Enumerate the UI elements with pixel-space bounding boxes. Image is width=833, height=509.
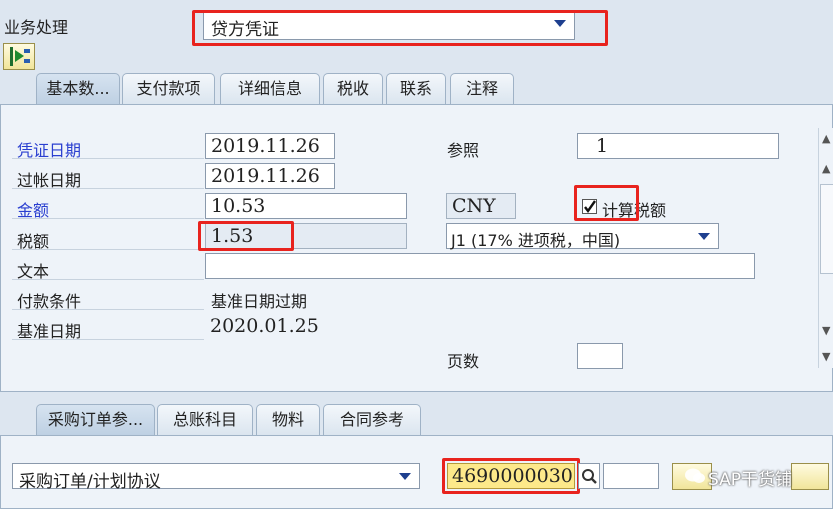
tax-code-value: J1 (17% 进项税，中国) [451,231,621,250]
top-tabstrip: 基本数... 支付款项 详细信息 税收 联系 注释 [0,73,833,105]
tab-gl-account[interactable]: 总账科目 [157,404,253,435]
reference-label: 参照 [447,141,480,160]
tab-basic-data[interactable]: 基本数... [36,73,120,104]
tab-material[interactable]: 物料 [256,404,320,435]
tab-contact[interactable]: 联系 [386,73,446,104]
baseline-date-value: 2020.01.25 [210,315,319,337]
amount-field[interactable]: 10.53 [205,193,407,219]
wechat-icon [684,466,706,486]
tree-toggle-icon [10,47,30,66]
highlight-box [574,185,639,221]
ref-type-value: 采购订单/计划协议 [19,472,161,492]
tab-po-reference[interactable]: 采购订单参... [36,404,155,435]
label-divider [12,158,204,159]
doc-date-field[interactable]: 2019.11.26 [205,133,335,159]
payment-terms-value: 基准日期过期 [211,292,308,311]
highlight-box [192,10,608,46]
label-divider [12,188,204,189]
vertical-scrollbar[interactable]: ▲ ▲ ▼ ▼ [818,128,833,368]
bottom-tabstrip: 采购订单参... 总账科目 物料 合同参考 [0,404,833,436]
reference-field[interactable]: 1 [577,133,779,159]
scroll-up-icon[interactable]: ▲ [822,132,830,145]
transaction-label: 业务处理 [4,18,69,37]
currency-field[interactable]: CNY [446,193,516,219]
label-divider [12,218,204,219]
chevron-down-icon[interactable] [399,473,411,480]
tab-details[interactable]: 详细信息 [220,73,320,104]
scroll-page-up-icon[interactable]: ▲ [822,162,830,175]
search-help-button[interactable] [578,463,600,489]
highlight-box [442,458,580,494]
tax-code-dropdown[interactable]: J1 (17% 进项税，中国) [446,223,719,250]
tab-payment[interactable]: 支付款项 [122,73,215,104]
highlight-box [198,221,294,251]
tab-tax[interactable]: 税收 [323,73,383,104]
page-count-label: 页数 [447,352,480,371]
text-field[interactable] [205,253,755,279]
label-divider [12,279,204,280]
tab-notes[interactable]: 注释 [450,73,514,104]
label-divider [12,309,204,310]
label-divider [12,249,204,250]
page-count-field[interactable] [577,343,623,369]
chevron-down-icon[interactable] [698,233,710,240]
po-item-field[interactable] [603,463,659,489]
collapse-button[interactable] [791,463,829,490]
scroll-down-icon[interactable]: ▼ [822,350,830,363]
ref-type-dropdown[interactable]: 采购订单/计划协议 [12,463,420,492]
watermark-text: SAP干货铺 [708,470,792,490]
tab-contract-ref[interactable]: 合同参考 [323,404,421,435]
post-date-field[interactable]: 2019.11.26 [205,163,335,189]
tree-toggle-button[interactable] [3,43,35,70]
scrollbar-thumb[interactable] [820,184,833,274]
search-icon [582,469,597,484]
label-divider [12,339,204,340]
scroll-page-down-icon[interactable]: ▼ [822,324,830,337]
